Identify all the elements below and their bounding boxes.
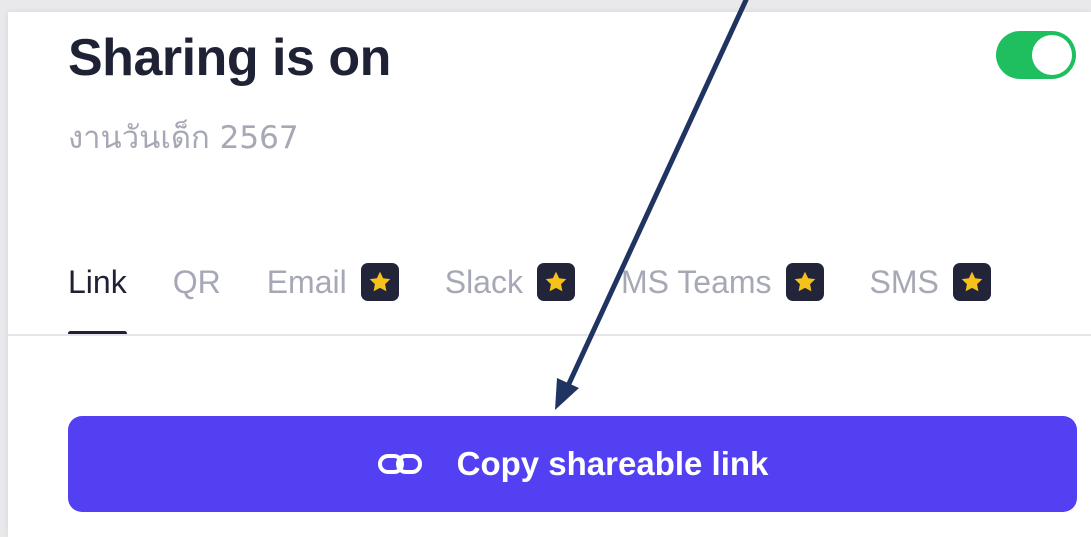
share-tabs: Link QR Email Slack MS Teams SMS	[68, 254, 1037, 336]
tab-link[interactable]: Link	[68, 254, 127, 336]
star-icon	[360, 263, 399, 301]
tab-ms-teams[interactable]: MS Teams	[621, 254, 824, 310]
link-icon	[377, 451, 423, 477]
sharing-panel: Sharing is on งานวันเด็ก 2567 Link QR Em…	[8, 12, 1091, 537]
tab-email[interactable]: Email	[267, 254, 399, 310]
tab-label: MS Teams	[620, 263, 772, 300]
page-subtitle: งานวันเด็ก 2567	[68, 120, 299, 156]
star-icon	[785, 263, 824, 301]
toggle-knob	[1032, 35, 1072, 75]
page-title: Sharing is on	[68, 29, 391, 87]
sharing-toggle[interactable]	[996, 31, 1076, 79]
tab-label: Link	[68, 263, 127, 300]
tab-label: Slack	[444, 263, 523, 300]
tab-label: QR	[172, 263, 221, 300]
tab-qr[interactable]: QR	[173, 254, 221, 310]
star-icon	[536, 263, 575, 301]
tab-sms[interactable]: SMS	[870, 254, 991, 310]
tabs-divider	[8, 334, 1091, 336]
copy-link-label: Copy shareable link	[456, 445, 769, 482]
copy-link-button[interactable]: Copy shareable link	[68, 416, 1077, 512]
tab-slack[interactable]: Slack	[445, 254, 575, 310]
tab-label: SMS	[869, 263, 939, 300]
tab-label: Email	[266, 263, 347, 300]
star-icon	[952, 263, 991, 301]
